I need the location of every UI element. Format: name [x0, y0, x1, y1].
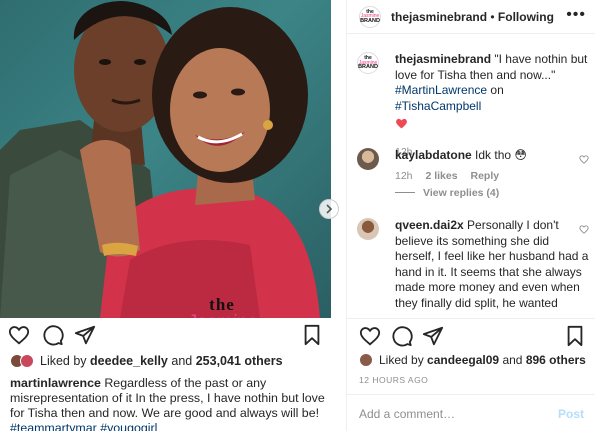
- mention-martin[interactable]: #MartinLawrence: [395, 83, 487, 97]
- liked-and: and: [502, 353, 523, 367]
- comment-body: qveen.dai2x Personally I don't believe i…: [395, 218, 589, 310]
- right-likes-summary: Liked by candeegal09 and 896 others: [359, 353, 586, 367]
- comment-meta: 12h 2 likes Reply: [395, 170, 589, 182]
- avatar[interactable]: [357, 218, 379, 240]
- heart-icon[interactable]: [579, 154, 589, 164]
- caption-hashtags[interactable]: #teammartymar #yougogirl: [10, 421, 157, 431]
- bookmark-icon[interactable]: [564, 325, 586, 347]
- caption-username[interactable]: thejasminebrand: [395, 52, 491, 66]
- red-heart-icon: [396, 118, 407, 129]
- heart-icon[interactable]: [359, 325, 381, 347]
- comment-icon[interactable]: [42, 324, 64, 346]
- caption-username[interactable]: martinlawrence: [10, 376, 101, 390]
- add-comment-bar: Add a comment… Post: [347, 394, 595, 431]
- left-action-icons: [8, 324, 323, 348]
- liker-avatars: [10, 354, 34, 368]
- post-photo[interactable]: the Jasmine BRAND: [0, 0, 331, 318]
- comment-text: Idk tho 😳: [475, 148, 527, 162]
- right-action-icons: [359, 325, 586, 349]
- avatar: [20, 354, 34, 368]
- liked-by-user[interactable]: candeegal09: [427, 353, 499, 367]
- right-post-panel: the Jasmine BRAND thejasminebrand • Foll…: [346, 0, 595, 431]
- comment-item: qveen.dai2x Personally I don't believe i…: [357, 218, 589, 310]
- share-icon[interactable]: [74, 324, 96, 346]
- post-caption-comment: the Jasmine BRAND thejasminebrand "I hav…: [357, 52, 589, 158]
- caption-on: on: [490, 83, 504, 97]
- view-replies-button[interactable]: View replies (4): [395, 187, 589, 199]
- comment-likes[interactable]: 2 likes: [425, 170, 457, 182]
- comment-username[interactable]: kaylabdatone: [395, 148, 472, 162]
- watermark: the Jasmine BRAND: [172, 296, 272, 318]
- mention-tisha[interactable]: #TishaCampbell: [395, 99, 481, 113]
- bookmark-icon[interactable]: [301, 324, 323, 346]
- avatar[interactable]: the Jasmine BRAND: [359, 5, 381, 28]
- comment-body: kaylabdatone Idk tho 😳: [395, 148, 589, 164]
- avatar[interactable]: [357, 148, 379, 170]
- left-post-actions: Liked by deedee_kelly and 253,041 others…: [0, 318, 331, 431]
- header-username[interactable]: thejasminebrand: [391, 10, 487, 24]
- view-replies-label: View replies (4): [423, 186, 500, 199]
- liked-and: and: [171, 354, 193, 368]
- photo-illustration: [0, 1, 320, 318]
- likes-count[interactable]: 253,041 others: [196, 354, 283, 368]
- heart-icon[interactable]: [8, 324, 30, 346]
- more-options-button[interactable]: •••: [566, 6, 586, 24]
- header-text: thejasminebrand • Following: [391, 10, 554, 24]
- header-separator: •: [490, 9, 495, 24]
- post-header: the Jasmine BRAND thejasminebrand • Foll…: [347, 0, 595, 34]
- comment-icon[interactable]: [391, 325, 413, 347]
- right-post-actions: Liked by candeegal09 and 896 others 12 H…: [347, 318, 595, 431]
- comment-username[interactable]: qveen.dai2x: [395, 218, 464, 232]
- avatar[interactable]: the Jasmine BRAND: [357, 52, 379, 74]
- caption-body: thejasminebrand "I have nothin but love …: [395, 52, 589, 134]
- left-caption: martinlawrence Regardless of the past or…: [10, 376, 328, 431]
- post-timestamp[interactable]: 12 HOURS AGO: [359, 375, 428, 385]
- likes-count[interactable]: 896 others: [526, 353, 586, 367]
- liked-by-user[interactable]: deedee_kelly: [90, 354, 168, 368]
- liked-by-prefix: Liked by: [40, 354, 87, 368]
- avatar: [359, 353, 373, 367]
- comment-input[interactable]: Add a comment…: [359, 407, 455, 421]
- post-comment-button[interactable]: Post: [558, 407, 584, 421]
- reply-button[interactable]: Reply: [471, 170, 500, 182]
- next-image-button[interactable]: [319, 199, 339, 219]
- chevron-right-icon: [326, 204, 333, 214]
- view-replies-divider: [395, 192, 415, 193]
- left-likes-summary: Liked by deedee_kelly and 253,041 others: [10, 354, 283, 368]
- logo-brand: BRAND: [358, 64, 378, 71]
- follow-state[interactable]: Following: [498, 10, 554, 24]
- comment-item: kaylabdatone Idk tho 😳 12h 2 likes Reply…: [357, 148, 589, 199]
- share-icon[interactable]: [422, 325, 444, 347]
- logo-brand: BRAND: [360, 17, 380, 24]
- comment-time[interactable]: 12h: [395, 170, 413, 182]
- liked-by-prefix: Liked by: [379, 353, 424, 367]
- watermark-the: the: [209, 295, 235, 314]
- heart-icon[interactable]: [579, 224, 589, 234]
